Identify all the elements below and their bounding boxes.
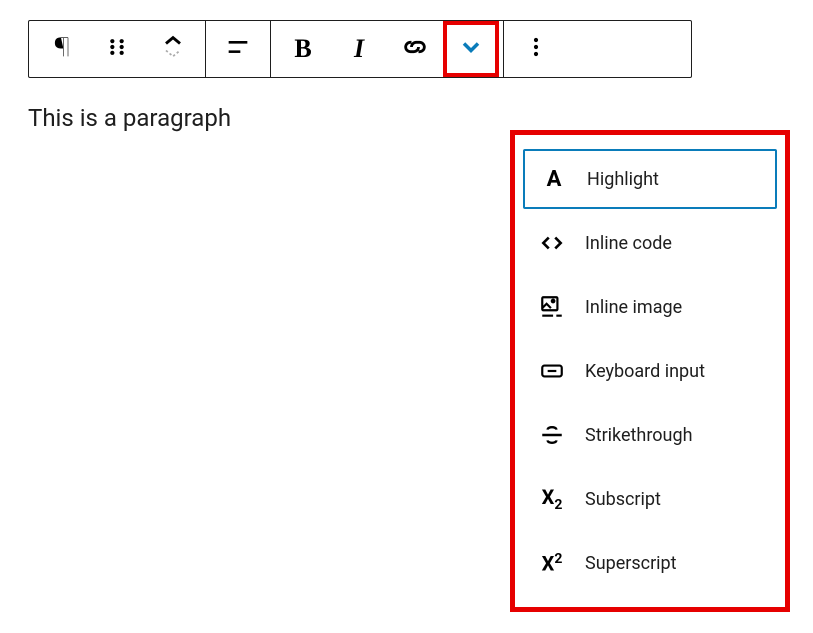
chevron-down-icon xyxy=(457,33,485,65)
bold-icon: B xyxy=(294,34,311,64)
drag-handle-button[interactable] xyxy=(89,21,145,77)
move-up-down-icon xyxy=(159,33,187,65)
italic-icon: I xyxy=(354,34,364,64)
dropdown-item-highlight[interactable]: A Highlight xyxy=(523,149,777,209)
dropdown-label: Keyboard input xyxy=(585,361,705,382)
dropdown-item-strikethrough[interactable]: Strikethrough xyxy=(523,405,777,465)
code-icon xyxy=(537,230,567,256)
italic-button[interactable]: I xyxy=(331,21,387,77)
subscript-icon: X2 xyxy=(537,485,567,513)
drag-handle-icon xyxy=(103,33,131,65)
align-button[interactable] xyxy=(210,21,266,77)
paragraph-block-button[interactable] xyxy=(33,21,89,77)
inline-image-icon xyxy=(537,294,567,320)
toolbar-group-block xyxy=(29,21,206,77)
link-icon xyxy=(401,33,429,65)
highlight-icon: A xyxy=(539,167,569,192)
dropdown-label: Inline image xyxy=(585,297,682,318)
move-up-down-button[interactable] xyxy=(145,21,201,77)
dropdown-item-superscript[interactable]: X2 Superscript xyxy=(523,533,777,593)
paragraph-content[interactable]: This is a paragraph xyxy=(28,104,793,132)
dropdown-item-inline-image[interactable]: Inline image xyxy=(523,277,777,337)
dropdown-item-subscript[interactable]: X2 Subscript xyxy=(523,469,777,529)
dropdown-label: Inline code xyxy=(585,233,672,254)
dropdown-label: Superscript xyxy=(585,553,677,574)
strikethrough-icon xyxy=(537,422,567,448)
dropdown-item-inline-code[interactable]: Inline code xyxy=(523,213,777,273)
block-toolbar: B I xyxy=(28,20,692,78)
link-button[interactable] xyxy=(387,21,443,77)
more-options-button[interactable] xyxy=(508,21,564,77)
toolbar-group-format: B I xyxy=(271,21,504,77)
more-vertical-icon xyxy=(522,33,550,65)
dropdown-label: Highlight xyxy=(587,169,659,190)
align-icon xyxy=(224,33,252,65)
paragraph-icon xyxy=(47,33,75,65)
dropdown-label: Strikethrough xyxy=(585,425,692,446)
more-formatting-dropdown: A Highlight Inline code Inline image Key… xyxy=(510,130,790,612)
toolbar-group-more xyxy=(504,21,568,77)
superscript-icon: X2 xyxy=(537,551,567,576)
more-formatting-button[interactable] xyxy=(443,21,499,77)
toolbar-group-align xyxy=(206,21,271,77)
dropdown-label: Subscript xyxy=(585,489,661,510)
keyboard-icon xyxy=(537,358,567,384)
bold-button[interactable]: B xyxy=(275,21,331,77)
dropdown-item-keyboard-input[interactable]: Keyboard input xyxy=(523,341,777,401)
